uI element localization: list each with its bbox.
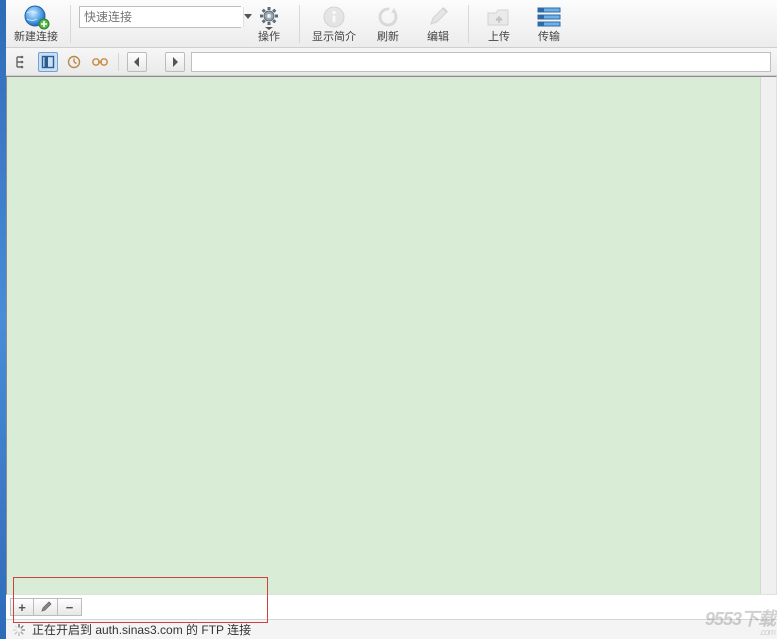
toolbar-separator [468, 5, 469, 43]
quick-connect-wrap [79, 2, 241, 47]
actions-label: 操作 [258, 30, 280, 44]
refresh-icon [373, 4, 403, 30]
toolbar-separator [70, 5, 71, 43]
transfer-label: 传输 [538, 30, 560, 44]
pencil-icon [40, 601, 52, 613]
address-bar[interactable] [191, 52, 771, 72]
loading-spinner-icon [12, 623, 26, 637]
remove-button[interactable]: − [58, 598, 82, 616]
pencil-icon [423, 4, 453, 30]
window-frame: 新建连接 [0, 0, 777, 639]
toolbar-separator [299, 5, 300, 43]
lower-toolbar: + − [6, 595, 777, 619]
add-button[interactable]: + [10, 598, 34, 616]
upload-button[interactable]: 上传 [477, 2, 521, 47]
vertical-scrollbar[interactable] [760, 77, 776, 594]
new-connection-button[interactable]: 新建连接 [10, 2, 62, 47]
back-button[interactable] [127, 52, 147, 72]
upload-folder-icon [484, 4, 514, 30]
show-intro-label: 显示简介 [312, 30, 356, 44]
show-intro-button[interactable]: 显示简介 [308, 2, 360, 47]
refresh-label: 刷新 [377, 30, 399, 44]
globe-icon [21, 4, 51, 30]
column-view-icon[interactable] [38, 52, 58, 72]
quick-connect-input[interactable] [80, 7, 243, 27]
tree-view-icon[interactable] [12, 52, 32, 72]
actions-button[interactable]: 操作 [247, 2, 291, 47]
upload-label: 上传 [488, 30, 510, 44]
status-bar: 正在开启到 auth.sinas3.com 的 FTP 连接 [6, 619, 777, 639]
transfer-list-icon [534, 4, 564, 30]
transfer-button[interactable]: 传输 [527, 2, 571, 47]
clock-icon[interactable] [64, 52, 84, 72]
link-icon[interactable] [90, 52, 110, 72]
forward-button[interactable] [165, 52, 185, 72]
status-text: 正在开启到 auth.sinas3.com 的 FTP 连接 [32, 621, 251, 638]
file-list-area[interactable] [6, 76, 777, 595]
info-icon [319, 4, 349, 30]
edit-label: 编辑 [427, 30, 449, 44]
quick-connect-combo[interactable] [79, 6, 241, 28]
watermark-text: 9553下载 [705, 609, 775, 629]
edit-button[interactable]: 编辑 [416, 2, 460, 47]
watermark: 9553下载 .com [705, 605, 775, 637]
refresh-button[interactable]: 刷新 [366, 2, 410, 47]
new-connection-label: 新建连接 [14, 30, 58, 44]
sub-toolbar [6, 48, 777, 76]
edit-entry-button[interactable] [34, 598, 58, 616]
gear-icon [254, 4, 284, 30]
main-toolbar: 新建连接 [6, 0, 777, 48]
subbar-separator [118, 53, 119, 71]
